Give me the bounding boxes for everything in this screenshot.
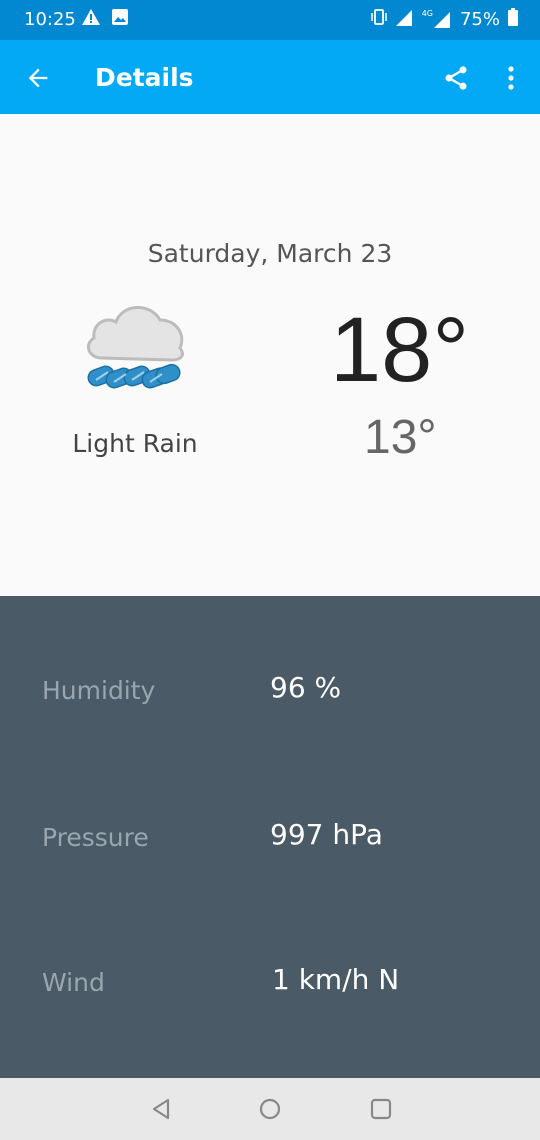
status-time: 10:25: [24, 9, 76, 30]
battery-percent: 75%: [459, 8, 500, 30]
signal-r-icon: [395, 8, 414, 30]
home-circle-icon[interactable]: [257, 1096, 283, 1122]
system-nav-bar: [0, 1078, 540, 1140]
high-temperature: 18°: [330, 299, 470, 401]
back-triangle-icon[interactable]: [148, 1096, 174, 1122]
more-vert-icon[interactable]: [500, 62, 522, 94]
recents-square-icon[interactable]: [368, 1096, 394, 1122]
battery-icon: [508, 8, 518, 30]
page-title: Details: [95, 63, 194, 92]
forecast-date: Saturday, March 23: [147, 239, 393, 268]
pressure-label: Pressure: [42, 823, 149, 852]
pressure-value: 997 hPa: [270, 818, 383, 851]
wind-label: Wind: [42, 968, 105, 997]
warning-icon: [82, 9, 100, 29]
humidity-value: 96 %: [270, 671, 342, 704]
back-arrow-icon[interactable]: [24, 64, 52, 92]
light-rain-icon: [80, 294, 190, 404]
details-panel: Humidity 96 % Pressure 997 hPa Wind 1 km…: [0, 596, 540, 1078]
image-notification-icon: [112, 9, 128, 29]
network-type-label: 4G: [421, 9, 433, 18]
weather-condition: Light Rain: [72, 429, 198, 458]
humidity-label: Humidity: [42, 676, 156, 705]
wind-value: 1 km/h N: [272, 963, 400, 996]
low-temperature: 13°: [364, 411, 437, 464]
forecast-summary: Saturday, March 23 Light Rain 18° 13°: [0, 114, 540, 596]
app-bar: Details: [0, 40, 540, 114]
status-bar: 10:25 4G 75%: [0, 0, 540, 40]
share-icon[interactable]: [442, 63, 470, 93]
vibrate-icon: [370, 8, 388, 30]
signal-4g-icon: 4G: [422, 10, 452, 28]
